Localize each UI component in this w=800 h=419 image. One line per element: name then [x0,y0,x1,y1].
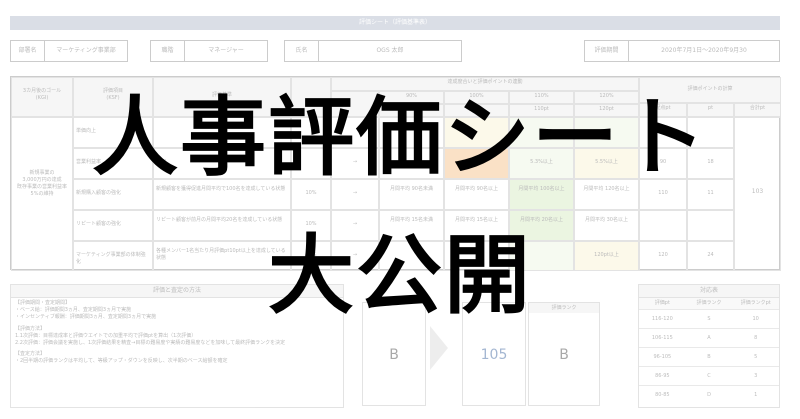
legend-cell: 8 [754,335,758,341]
dept-box: 部署名 マーケティング事業部 [10,40,128,62]
evaluation-sheet-background: 評価シート（評価基準表） 部署名 マーケティング事業部 職階 マネージャー 氏名… [0,0,800,419]
legend-cell: 5 [754,354,758,360]
legend-row: 106-115 A 8 [639,328,779,347]
name-box: 氏名 OGS 太郎 [284,40,462,62]
name-label: 氏名 [285,41,319,61]
goal-line: 5%の維持 [30,191,54,197]
legend-cell: 106-115 [651,335,673,341]
period-value: 2020年7月1日〜2020年9月30 [661,47,747,54]
legend-cell: A [707,335,711,341]
legend-cell: 1 [754,392,758,398]
sheet-title-banner: 評価シート（評価基準表） [10,16,780,30]
name-value: OGS 太郎 [376,47,404,54]
legend-row: 80-85 D 1 [639,385,779,404]
grade-value: マネージャー [208,47,244,54]
overlay-title-line1: 人事評価シート [92,88,708,188]
legend-cell: 86-95 [655,373,670,379]
result-arrow-icon [430,326,448,370]
method-line: 2.2次評価：評価会議を実施し、1次評価結果を精査→目標の難易度や実績の難易度な… [15,340,286,347]
legend-cell: 3 [754,373,758,379]
legend-cell: D [707,392,711,398]
dept-label: 部署名 [11,41,45,61]
method-line: 【評価方法】 [15,325,46,332]
method-line: 1.1次評価：目標達成率と評価ウエイトでの加重平均で評価ptを算出（1次評価） [15,332,197,339]
legend-cell: C [707,373,711,379]
method-line: ・2回半期の評価ランクは平均して、等級アップ・ダウンを反映し、次半期のベース給額… [15,358,228,365]
grade-label: 職階 [151,41,185,61]
legend-cell: 96-105 [653,354,672,360]
dept-value: マーケティング事業部 [56,47,116,54]
legend-row: 96-105 B 5 [639,347,779,366]
legend-cell: B [707,354,711,360]
period-box: 評価期間 2020年7月1日〜2020年9月30 [584,40,780,62]
overlay-title-line2: 大公開 [268,226,532,326]
period-label: 評価期間 [585,41,629,61]
grade-box: 職階 マネージャー [150,40,268,62]
legend-row: 86-95 C 3 [639,366,779,385]
legend-cell: 80-85 [655,392,670,398]
